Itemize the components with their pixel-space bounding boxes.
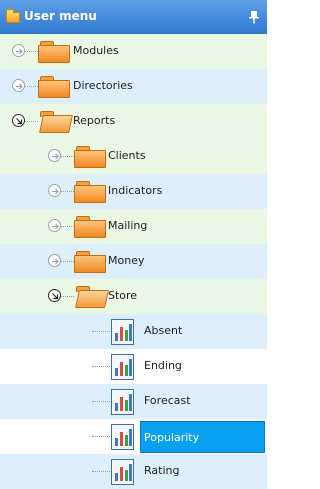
- tree-item-mailing[interactable]: Mailing: [0, 209, 267, 244]
- tree-connector: [92, 366, 110, 367]
- tree-item-indicators[interactable]: Indicators: [0, 174, 267, 209]
- tree-item-label: Store: [108, 289, 138, 302]
- folder-icon: [74, 250, 106, 273]
- tree-item-label: Directories: [73, 79, 133, 92]
- expand-arrow-icon[interactable]: [12, 44, 25, 57]
- tree-item-label: Modules: [73, 44, 119, 57]
- tree-connector: [60, 156, 74, 157]
- expand-arrow-icon[interactable]: [48, 254, 61, 267]
- tree-connector: [60, 296, 74, 297]
- tree-item-clients[interactable]: Clients: [0, 139, 267, 174]
- open-folder-icon: [74, 285, 109, 308]
- expand-arrow-icon[interactable]: [48, 219, 61, 232]
- selected-item-label[interactable]: Popularity: [144, 431, 199, 444]
- tree-item-modules[interactable]: Modules: [0, 34, 267, 69]
- user-menu-panel: User menu Modules Directories Reports Cl…: [0, 0, 267, 489]
- tree-item-label: Clients: [108, 149, 146, 162]
- expand-arrow-icon[interactable]: [12, 79, 25, 92]
- tree-item-label: Mailing: [108, 219, 148, 232]
- collapse-arrow-icon[interactable]: [12, 114, 25, 127]
- tree-item-rating[interactable]: Rating: [0, 454, 267, 489]
- tree-item-label: Reports: [73, 114, 116, 127]
- report-icon: [111, 319, 134, 345]
- tree-connector: [60, 226, 74, 227]
- tree-connector: [24, 121, 38, 122]
- tree-item-label: Indicators: [108, 184, 163, 197]
- tree-item-ending[interactable]: Ending: [0, 349, 267, 384]
- tree-connector: [60, 191, 74, 192]
- tree-item-store[interactable]: Store: [0, 279, 267, 314]
- tree-item-reports[interactable]: Reports: [0, 104, 267, 139]
- tree-connector: [24, 86, 38, 87]
- report-icon: [111, 354, 134, 380]
- open-folder-icon: [38, 110, 73, 133]
- expand-arrow-icon[interactable]: [48, 149, 61, 162]
- tree-item-label: Forecast: [144, 394, 191, 407]
- tree-item-label: Absent: [144, 324, 183, 337]
- tree-item-label: Rating: [144, 464, 180, 477]
- panel-header: User menu: [0, 0, 267, 35]
- tree-item-forecast[interactable]: Forecast: [0, 384, 267, 419]
- folder-icon: [74, 180, 106, 203]
- report-icon: [111, 389, 134, 415]
- tree-item-directories[interactable]: Directories: [0, 69, 267, 104]
- tree-connector: [92, 436, 110, 437]
- tree-item-money[interactable]: Money: [0, 244, 267, 279]
- folder-icon: [38, 40, 70, 63]
- collapse-arrow-icon[interactable]: [48, 289, 61, 302]
- report-icon: [111, 459, 134, 485]
- tree-connector: [92, 401, 110, 402]
- menu-folder-icon: [6, 9, 20, 23]
- tree-connector: [60, 261, 74, 262]
- tree-item-absent[interactable]: Absent: [0, 314, 267, 349]
- tree-item-label: Money: [108, 254, 145, 267]
- expand-arrow-icon[interactable]: [48, 184, 61, 197]
- tree-item-label: Ending: [144, 359, 182, 372]
- tree-connector: [92, 471, 110, 472]
- tree-connector: [92, 331, 110, 332]
- tree-connector: [24, 51, 38, 52]
- folder-icon: [38, 75, 70, 98]
- report-icon: [111, 424, 134, 450]
- panel-title: User menu: [24, 9, 97, 23]
- folder-icon: [74, 215, 106, 238]
- pin-icon[interactable]: [245, 9, 263, 25]
- folder-icon: [74, 145, 106, 168]
